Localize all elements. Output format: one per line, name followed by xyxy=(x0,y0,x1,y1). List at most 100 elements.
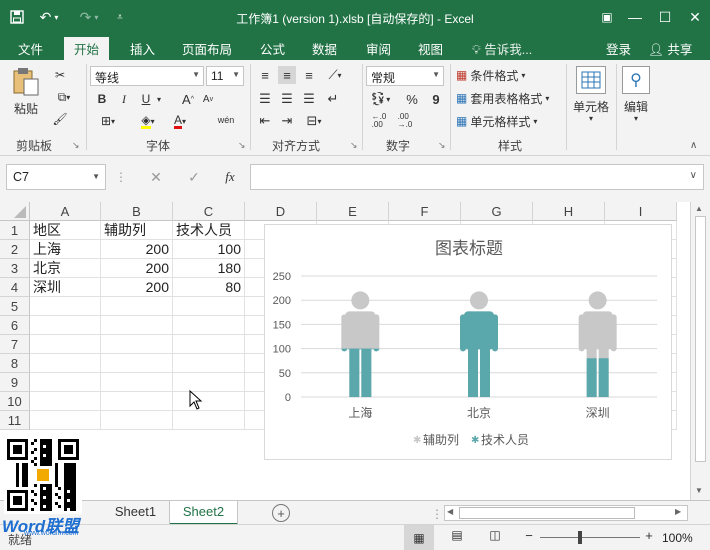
page-layout-view-icon[interactable]: ▤ xyxy=(446,528,468,542)
close-icon[interactable]: ✕ xyxy=(682,6,708,28)
border-icon[interactable]: ⊞ ▾ xyxy=(98,112,118,130)
cell-styles-button[interactable]: ▦ 单元格样式 ▾ xyxy=(456,112,537,130)
paste-icon[interactable] xyxy=(8,66,44,98)
horizontal-scrollbar[interactable]: ◀ ▶ xyxy=(444,505,688,521)
cell[interactable] xyxy=(173,373,245,392)
maximize-icon[interactable]: ☐ xyxy=(652,6,678,28)
cell[interactable] xyxy=(173,411,245,430)
percent-button[interactable]: % xyxy=(404,90,420,108)
align-top-icon[interactable]: ≡ xyxy=(256,66,274,84)
cell-b3[interactable]: 200 xyxy=(101,259,173,278)
align-middle-icon[interactable]: ≡ xyxy=(278,66,296,84)
tab-file[interactable]: 文件 xyxy=(18,39,43,58)
share-button[interactable]: 👤︎ 共享 xyxy=(648,39,692,58)
number-format-combo[interactable]: 常规 ▼ xyxy=(366,66,444,86)
editing-button[interactable]: 编辑 xyxy=(618,98,654,115)
tab-view[interactable]: 视图 xyxy=(418,39,443,58)
cell[interactable] xyxy=(30,316,101,335)
row-header-3[interactable]: 3 xyxy=(0,259,30,278)
scroll-right-icon[interactable]: ▶ xyxy=(675,507,681,516)
signin-link[interactable]: 登录 xyxy=(606,39,631,58)
cell[interactable] xyxy=(173,354,245,373)
cell-a2[interactable]: 上海 xyxy=(30,240,101,259)
tab-home[interactable]: 开始 xyxy=(64,37,110,60)
merge-center-icon[interactable]: ⊟ ▾ xyxy=(300,112,328,130)
cell[interactable] xyxy=(30,335,101,354)
name-box-dropdown-icon[interactable]: ▼ xyxy=(92,172,100,181)
row-header-6[interactable]: 6 xyxy=(0,316,30,335)
cell[interactable] xyxy=(101,354,173,373)
launcher-icon[interactable]: ↘ xyxy=(238,140,246,151)
row-header-1[interactable]: 1 xyxy=(0,221,30,240)
shrink-font-button[interactable]: Av xyxy=(200,90,216,108)
wrap-text-icon[interactable]: ↵ xyxy=(324,90,342,108)
add-sheet-icon[interactable]: + xyxy=(272,504,290,522)
ribbon-display-icon[interactable]: ▣ xyxy=(596,6,618,28)
column-header-g[interactable]: G xyxy=(461,202,533,221)
cell-a4[interactable]: 深圳 xyxy=(30,278,101,297)
cell[interactable] xyxy=(30,411,101,430)
tab-page-layout[interactable]: 页面布局 xyxy=(182,39,232,58)
vertical-scrollbar[interactable]: ▲ ▼ xyxy=(690,202,710,500)
cell-a1[interactable]: 地区 xyxy=(30,221,101,240)
column-header-h[interactable]: H xyxy=(533,202,605,221)
cell[interactable] xyxy=(30,392,101,411)
cell[interactable] xyxy=(101,411,173,430)
cancel-button[interactable]: ✕ xyxy=(146,168,166,186)
phonetic-button[interactable]: wén xyxy=(214,110,238,130)
cell[interactable] xyxy=(173,316,245,335)
copy-icon[interactable]: ⧉ ▾ xyxy=(50,88,78,106)
column-header-a[interactable]: A xyxy=(30,202,101,221)
currency-icon[interactable]: 💱︎ ▾ xyxy=(368,90,392,108)
search-icon[interactable]: ⚲ xyxy=(622,66,650,94)
underline-button[interactable]: U xyxy=(138,90,154,108)
editing-dropdown-icon[interactable]: ▾ xyxy=(629,114,643,123)
cut-icon[interactable]: ✂ xyxy=(50,66,70,84)
align-bottom-icon[interactable]: ≡ xyxy=(300,66,318,84)
vertical-scroll-thumb[interactable] xyxy=(695,216,706,462)
column-header-f[interactable]: F xyxy=(389,202,461,221)
row-header-11[interactable]: 11 xyxy=(0,411,30,430)
expand-formula-icon[interactable]: ∨ xyxy=(690,170,697,181)
name-box[interactable]: C7 ▼ xyxy=(6,164,106,190)
fill-color-icon[interactable]: ◈ ▾ xyxy=(136,112,160,130)
column-header-d[interactable]: D xyxy=(245,202,317,221)
cell-b1[interactable]: 辅助列 xyxy=(101,221,173,240)
cells-dropdown-icon[interactable]: ▾ xyxy=(584,114,598,123)
more-sheets-icon[interactable]: ⋮ xyxy=(431,507,443,521)
row-header-9[interactable]: 9 xyxy=(0,373,30,392)
cell[interactable] xyxy=(173,392,245,411)
cell-a3[interactable]: 北京 xyxy=(30,259,101,278)
page-break-view-icon[interactable]: ◫ xyxy=(484,528,506,542)
cell[interactable] xyxy=(101,316,173,335)
underline-dropdown-icon[interactable]: ▾ xyxy=(154,90,164,108)
cell-c3[interactable]: 180 xyxy=(173,259,245,278)
zoom-level[interactable]: 100% xyxy=(662,531,693,545)
tab-review[interactable]: 审阅 xyxy=(366,39,391,58)
font-size-combo[interactable]: 11 ▼ xyxy=(206,66,244,86)
sheet-tab-2[interactable]: Sheet2 xyxy=(170,501,238,525)
column-header-b[interactable]: B xyxy=(101,202,173,221)
row-header-2[interactable]: 2 xyxy=(0,240,30,259)
cell[interactable] xyxy=(101,392,173,411)
column-header-e[interactable]: E xyxy=(317,202,389,221)
zoom-slider-thumb[interactable] xyxy=(578,531,582,544)
launcher-icon[interactable]: ↘ xyxy=(438,140,446,151)
more-icon[interactable]: ⋮ xyxy=(115,170,127,184)
minimize-icon[interactable]: — xyxy=(622,6,648,28)
chart[interactable]: 图表标题 250 200 150 100 50 0 上海 北京 深圳 ✱ 辅助列 ✱ 技术人员 xyxy=(264,224,672,460)
cell[interactable] xyxy=(101,297,173,316)
zoom-in-icon[interactable]: + xyxy=(642,528,656,543)
format-painter-icon[interactable]: 🖌︎ xyxy=(50,110,70,128)
zoom-slider[interactable] xyxy=(540,537,640,538)
cells-icon[interactable] xyxy=(576,66,606,94)
tab-insert[interactable]: 插入 xyxy=(130,39,155,58)
decrease-indent-icon[interactable]: ⇤ xyxy=(256,112,274,130)
horizontal-scroll-thumb[interactable] xyxy=(459,507,635,519)
launcher-icon[interactable]: ↘ xyxy=(72,140,80,151)
font-name-combo[interactable]: 等线 ▼ xyxy=(90,66,204,86)
cell[interactable] xyxy=(30,297,101,316)
zoom-out-icon[interactable]: − xyxy=(522,528,536,543)
cell[interactable] xyxy=(101,335,173,354)
normal-view-icon[interactable]: ▦ xyxy=(404,525,434,550)
